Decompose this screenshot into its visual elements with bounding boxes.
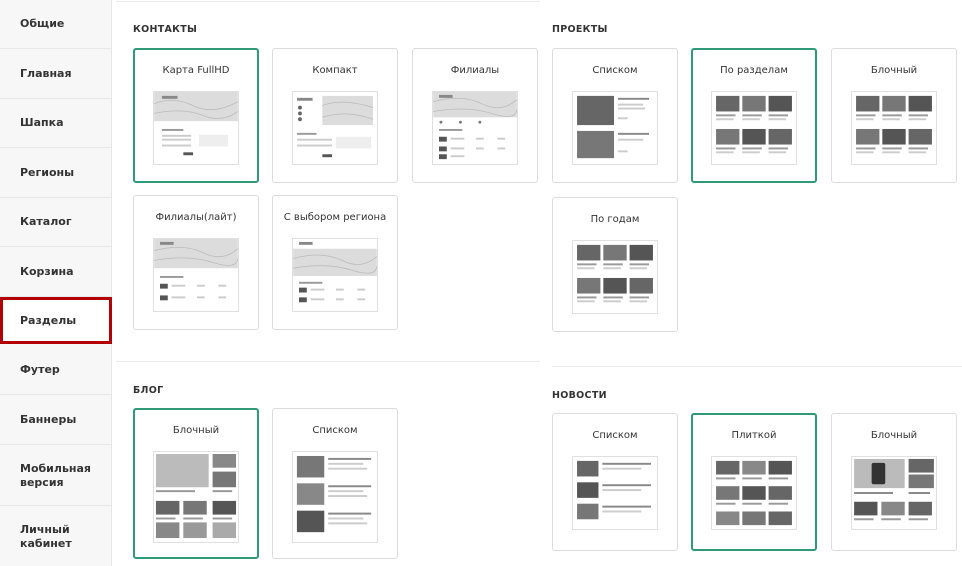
option-projects-list[interactable]: Списком	[552, 48, 678, 183]
settings-sidebar: Общие Главная Шапка Регионы Каталог Корз…	[0, 0, 112, 566]
sidebar-item-main[interactable]: Главная	[0, 50, 111, 99]
option-news-tiles[interactable]: Плиткой	[691, 413, 817, 551]
section-title-contacts: КОНТАКТЫ	[133, 24, 198, 35]
option-label: Блочный	[172, 425, 220, 436]
preview-thumbnail	[572, 91, 658, 165]
sidebar-item-label: Главная	[20, 67, 72, 80]
option-label: По годам	[590, 214, 640, 225]
sidebar-item-general[interactable]: Общие	[0, 0, 111, 49]
option-label: Карта FullHD	[162, 65, 230, 76]
option-label: Списком	[312, 425, 358, 436]
sidebar-item-label: Личный кабинет	[20, 522, 72, 550]
option-blog-list[interactable]: Списком	[272, 408, 398, 559]
sidebar-item-label: Общие	[20, 17, 65, 30]
option-contacts-compact[interactable]: Компакт	[272, 48, 398, 183]
option-contacts-branches-lite[interactable]: Филиалы(лайт)	[133, 195, 259, 330]
option-projects-block[interactable]: Блочный	[831, 48, 957, 183]
sidebar-item-label: Каталог	[20, 215, 72, 228]
preview-thumbnail	[292, 451, 378, 543]
sidebar-item-footer[interactable]: Футер	[0, 346, 111, 395]
sidebar-item-catalog[interactable]: Каталог	[0, 198, 111, 247]
option-news-block[interactable]: Блочный	[831, 413, 957, 551]
option-label: Списком	[592, 65, 638, 76]
sidebar-item-label: Мобильная версия	[20, 461, 91, 489]
sidebar-item-label: Шапка	[20, 116, 64, 129]
preview-thumbnail	[851, 456, 937, 530]
preview-thumbnail	[711, 91, 797, 165]
sidebar-item-label: Регионы	[20, 166, 75, 179]
sidebar-item-label: Футер	[20, 363, 60, 376]
preview-thumbnail	[572, 240, 658, 314]
option-label: Компакт	[312, 65, 358, 76]
divider	[116, 1, 540, 2]
option-contacts-map-fullhd[interactable]: Карта FullHD	[133, 48, 259, 183]
option-label: Филиалы	[450, 65, 500, 76]
sidebar-item-header[interactable]: Шапка	[0, 99, 111, 148]
option-projects-by-sections[interactable]: По разделам	[691, 48, 817, 183]
sidebar-item-label: Баннеры	[20, 413, 77, 426]
option-label: С выбором региона	[283, 212, 387, 223]
sidebar-item-account[interactable]: Личный кабинет	[0, 507, 111, 566]
preview-thumbnail	[153, 91, 239, 165]
option-blog-block[interactable]: Блочный	[133, 408, 259, 559]
option-label: По разделам	[720, 65, 788, 76]
option-label: Списком	[592, 430, 638, 441]
section-title-news: НОВОСТИ	[552, 390, 607, 401]
section-title-blog: БЛОГ	[133, 385, 164, 396]
preview-thumbnail	[432, 91, 518, 165]
preview-thumbnail	[711, 456, 797, 530]
preview-thumbnail	[153, 451, 239, 543]
option-contacts-branches[interactable]: Филиалы	[412, 48, 538, 183]
sidebar-item-regions[interactable]: Регионы	[0, 149, 111, 198]
preview-thumbnail	[292, 91, 378, 165]
option-label: Блочный	[870, 430, 918, 441]
sidebar-item-label: Корзина	[20, 265, 74, 278]
option-news-list[interactable]: Списком	[552, 413, 678, 551]
option-projects-by-years[interactable]: По годам	[552, 197, 678, 332]
sidebar-item-mobile[interactable]: Мобильная версия	[0, 446, 111, 506]
preview-thumbnail	[153, 238, 239, 312]
sidebar-item-sections[interactable]: Разделы	[0, 297, 112, 344]
section-title-projects: ПРОЕКТЫ	[552, 24, 608, 35]
option-contacts-region-select[interactable]: С выбором региона	[272, 195, 398, 330]
divider	[552, 366, 962, 367]
preview-thumbnail	[851, 91, 937, 165]
divider	[116, 361, 540, 362]
option-label: Плиткой	[731, 430, 777, 441]
preview-thumbnail	[572, 456, 658, 530]
option-label: Филиалы(лайт)	[155, 212, 237, 223]
preview-thumbnail	[292, 238, 378, 312]
sidebar-item-label: Разделы	[20, 313, 77, 327]
option-label: Блочный	[870, 65, 918, 76]
sidebar-item-cart[interactable]: Корзина	[0, 248, 111, 297]
sidebar-item-banners[interactable]: Баннеры	[0, 396, 111, 445]
